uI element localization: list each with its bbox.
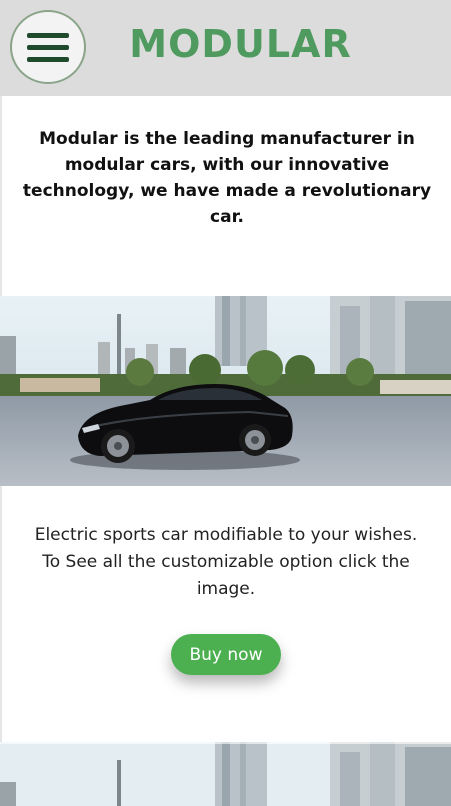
car-photo-secondary[interactable] (0, 742, 451, 806)
buy-now-button[interactable]: Buy now (171, 634, 281, 675)
intro-text: Modular is the leading manufacturer in m… (22, 129, 432, 227)
brand-title: MODULAR (129, 22, 352, 66)
site-header: MODULAR (0, 0, 451, 96)
product-description: Electric sports car modifiable to your w… (34, 525, 418, 599)
car-photo[interactable] (0, 296, 451, 486)
